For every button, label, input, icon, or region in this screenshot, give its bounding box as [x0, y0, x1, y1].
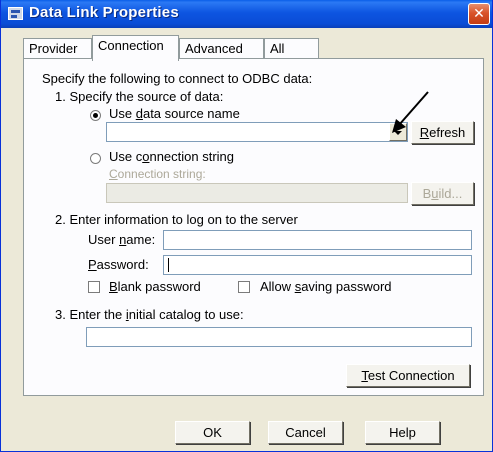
user-name-label: User name: [88, 232, 156, 247]
tab-advanced[interactable]: Advanced [179, 38, 264, 59]
blank-password-label[interactable]: Blank password [109, 279, 201, 294]
step1-label: 1. Specify the source of data: [55, 89, 224, 104]
cancel-button[interactable]: Cancel [268, 421, 343, 444]
data-link-icon [8, 7, 23, 20]
tab-connection[interactable]: Connection [92, 35, 179, 62]
build-button: Build... [411, 182, 474, 205]
ok-button[interactable]: OK [175, 421, 250, 444]
use-conn-string-label[interactable]: Use connection string [109, 149, 234, 164]
dsn-select[interactable] [106, 122, 408, 142]
allow-saving-password-checkbox[interactable] [238, 281, 250, 293]
step2-label: 2. Enter information to log on to the se… [55, 212, 298, 227]
conn-string-label: Connection string: [109, 167, 206, 181]
tab-all[interactable]: All [264, 38, 319, 59]
tab-provider[interactable]: Provider [23, 38, 92, 59]
intro-text: Specify the following to connect to ODBC… [42, 71, 313, 86]
conn-string-field [106, 183, 408, 203]
window-title: Data Link Properties [29, 4, 179, 21]
test-connection-button[interactable]: Test Connection [346, 364, 470, 387]
step3-label: 3. Enter the initial catalog to use: [55, 307, 244, 322]
password-input[interactable] [163, 255, 472, 275]
use-dsn-radio[interactable] [90, 110, 101, 121]
initial-catalog-select[interactable] [86, 327, 472, 347]
pointer-arrow-icon [392, 91, 429, 133]
close-button[interactable]: ✕ [468, 3, 490, 25]
use-dsn-label[interactable]: Use data source name [109, 106, 240, 121]
user-name-input[interactable] [163, 230, 472, 250]
title-bar[interactable]: Data Link Properties ✕ [1, 0, 492, 28]
blank-password-checkbox[interactable] [88, 281, 100, 293]
connection-tab-panel: Specify the following to connect to ODBC… [23, 58, 484, 396]
text-cursor [168, 258, 169, 272]
password-label: Password: [88, 257, 149, 272]
use-conn-string-radio[interactable] [90, 153, 101, 164]
allow-saving-password-label[interactable]: Allow saving password [260, 279, 392, 294]
data-link-properties-dialog: Data Link Properties ✕ Provider Connecti… [0, 0, 493, 452]
help-button[interactable]: Help [365, 421, 440, 444]
